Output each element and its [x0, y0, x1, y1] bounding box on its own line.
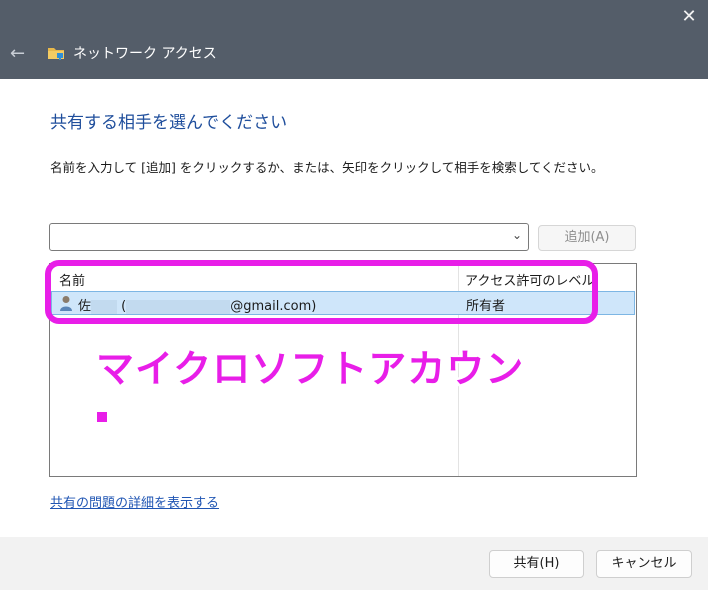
close-icon[interactable]: ✕ [678, 6, 700, 28]
annotation-dot [97, 412, 107, 422]
instructions-text: 名前を入力して [追加] をクリックするか、または、矢印をクリックして相手を検索… [50, 160, 604, 175]
annotation-text: マイクロソフトアカウン [96, 347, 525, 391]
back-arrow-icon[interactable]: ← [10, 44, 25, 64]
sharing-help-link[interactable]: 共有の問題の詳細を表示する [50, 492, 219, 511]
add-button[interactable]: 追加(A) [538, 225, 636, 251]
dialog-footer: 共有(H) キャンセル [0, 537, 708, 590]
chevron-down-icon[interactable]: ⌄ [512, 228, 522, 242]
network-folder-icon [48, 48, 64, 60]
title-bar: ✕ ← ネットワーク アクセス [0, 0, 708, 79]
share-button[interactable]: 共有(H) [489, 550, 584, 578]
page-heading: 共有する相手を選んでください [50, 113, 288, 133]
cancel-button[interactable]: キャンセル [596, 550, 692, 578]
window-title: ネットワーク アクセス [73, 46, 217, 62]
user-search-combobox[interactable]: ⌄ [49, 223, 529, 251]
annotation-highlight-box [45, 260, 598, 324]
